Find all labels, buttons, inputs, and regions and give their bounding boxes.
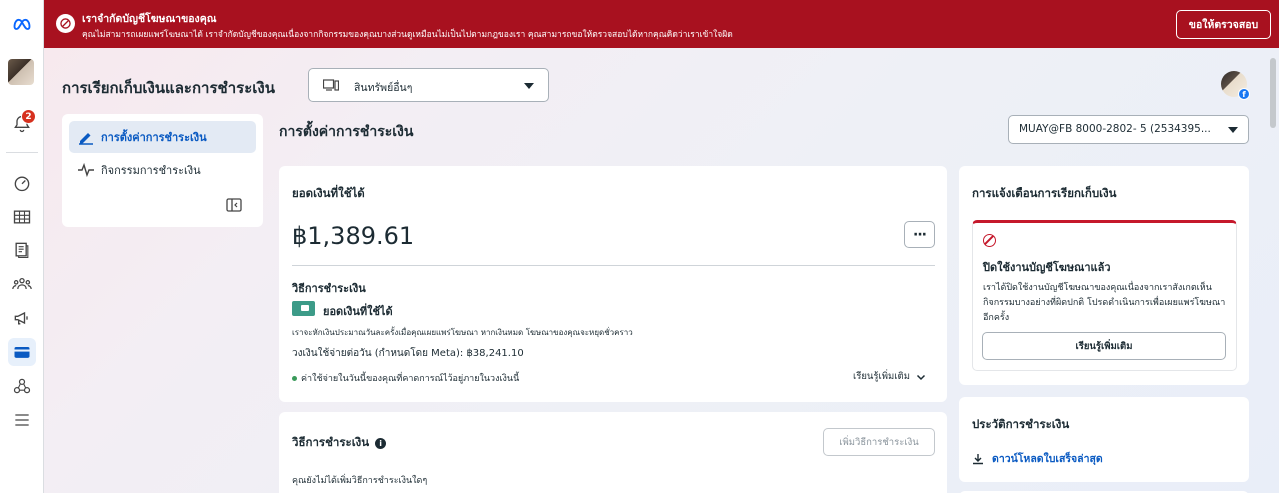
facebook-badge-icon: f [1238, 88, 1250, 100]
billing-alerts-card: การแจ้งเตือนการเรียกเก็บเงิน ปิดใช้งานบั… [959, 166, 1249, 385]
rail-divider [6, 152, 38, 153]
learn-more-toggle[interactable]: เรียนรู้เพิ่มเติม [853, 369, 926, 384]
business-settings[interactable] [8, 372, 36, 400]
spend-estimate: ค่าใช้จ่ายในวันนี้ของคุณที่คาดการณ์ไว้อย… [292, 371, 519, 385]
wallet-icon [292, 301, 315, 316]
account-disabled-alert: ปิดใช้งานบัญชีโฆษณาแล้ว เราได้ปิดใช้งานบ… [972, 220, 1237, 371]
business-settings-icon [13, 378, 31, 394]
page-title: การเรียกเก็บเงินและการชำระเงิน [62, 79, 275, 97]
add-payment-method-button[interactable]: เพิ่มวิธีการชำระเงิน [823, 428, 935, 456]
download-receipt-link[interactable]: ดาวน์โหลดใบเสร็จล่าสุด [972, 450, 1103, 467]
billing-subnav: การตั้งค่าการชำระเงิน กิจกรรมการชำระเงิน [62, 114, 263, 227]
chevron-down-icon [916, 374, 925, 380]
collapse-panel-icon[interactable] [226, 198, 242, 212]
dashboard-icon [14, 176, 30, 192]
banner-subtitle: คุณไม่สามารถเผยแพร่โฆษณาได้ เราจำกัดบัญช… [82, 30, 733, 40]
download-icon [973, 453, 983, 464]
payment-method-name: ยอดเงินที่ใช้ได้ [323, 305, 393, 318]
alert-body: เราได้ปิดใช้งานบัญชีโฆษณาของคุณเนื่องจาก… [983, 283, 1226, 323]
dashboard[interactable] [8, 169, 36, 197]
ads-manager[interactable] [8, 203, 36, 231]
notification-badge: 2 [21, 109, 36, 124]
status-dot-icon [292, 375, 297, 381]
user-avatar[interactable]: f [1221, 71, 1250, 100]
restriction-banner: เราจำกัดบัญชีโฆษณาของคุณ คุณไม่สามารถเผย… [44, 0, 1279, 48]
page-scrollbar[interactable] [1269, 58, 1277, 483]
payment-method-description: เราจะหักเงินประมาณวันละครั้งเมื่อคุณเผยแ… [292, 328, 633, 337]
available-balance-card: ยอดเงินที่ใช้ได้ ฿1,389.61 ··· วิธีการชำ… [279, 166, 947, 402]
billing-card-icon [14, 347, 30, 358]
left-rail: 2 [0, 0, 44, 493]
payment-methods-title: วิธีการชำระเงิน i [292, 434, 387, 452]
download-receipt-label: ดาวน์โหลดใบเสร็จล่าสุด [992, 453, 1103, 465]
payment-method-heading: วิธีการชำระเงิน [292, 282, 366, 295]
asset-select-value: สินทรัพย์อื่นๆ [354, 82, 413, 94]
payment-history-title: ประวัติการชำระเงิน [972, 417, 1070, 431]
pencil-icon [79, 133, 93, 145]
balance-amount: ฿1,389.61 [292, 222, 415, 250]
spend-estimate-text: ค่าใช้จ่ายในวันนี้ของคุณที่คาดการณ์ไว้อย… [301, 374, 520, 384]
no-payment-method-text: คุณยังไม่ได้เพิ่มวิธีการชำระเงินใดๆ [292, 476, 428, 486]
subnav-item-label: การตั้งค่าการชำระเงิน [101, 131, 207, 144]
ad-account-value: MUAY@FB 8000-2802- 5 (2534395... [1019, 123, 1211, 135]
profile-avatar[interactable] [8, 59, 34, 85]
blocked-icon [983, 234, 996, 247]
billing-alerts-title: การแจ้งเตือนการเรียกเก็บเงิน [972, 186, 1117, 200]
meta-logo[interactable] [8, 10, 36, 38]
main-content: การเรียกเก็บเงินและการชำระเงิน สินทรัพย์… [44, 48, 1279, 493]
section-title: การตั้งค่าการชำระเงิน [279, 124, 414, 140]
caret-down-icon [524, 83, 534, 89]
payment-history-card: ประวัติการชำระเงิน ดาวน์โหลดใบเสร็จล่าสุ… [959, 397, 1249, 482]
meta-logo-icon [13, 18, 31, 30]
campaigns[interactable] [8, 304, 36, 332]
activity-icon [78, 162, 94, 178]
pages[interactable] [8, 236, 36, 264]
daily-spend-limit: วงเงินใช้จ่ายต่อวัน (กำหนดโดย Meta): ฿38… [292, 348, 524, 359]
audiences[interactable] [8, 270, 36, 298]
subnav-item-label: กิจกรรมการชำระเงิน [101, 164, 201, 177]
request-review-button[interactable]: ขอให้ตรวจสอบ [1176, 10, 1271, 39]
menu-icon [15, 414, 29, 426]
scrollbar-thumb[interactable] [1270, 58, 1276, 128]
learn-more-label: เรียนรู้เพิ่มเติม [853, 371, 910, 382]
all-tools[interactable] [8, 406, 36, 434]
divider [292, 265, 935, 266]
more-options-button[interactable]: ··· [904, 221, 935, 248]
billing[interactable] [8, 338, 36, 366]
balance-card-title: ยอดเงินที่ใช้ได้ [292, 186, 365, 200]
subnav-item-payment-settings[interactable]: การตั้งค่าการชำระเงิน [69, 121, 256, 153]
caret-down-icon [1228, 127, 1238, 133]
pages-icon [15, 242, 29, 259]
asset-icon [323, 79, 339, 91]
payment-methods-title-text: วิธีการชำระเงิน [292, 435, 370, 449]
ad-account-select[interactable]: MUAY@FB 8000-2802- 5 (2534395... [1008, 115, 1249, 144]
info-icon[interactable]: i [375, 437, 387, 449]
alert-title: ปิดใช้งานบัญชีโฆษณาแล้ว [983, 261, 1111, 274]
blocked-icon [56, 14, 75, 33]
audience-icon [12, 277, 32, 290]
banner-title: เราจำกัดบัญชีโฆษณาของคุณ [82, 13, 217, 25]
payment-methods-card: วิธีการชำระเงิน i เพิ่มวิธีการชำระเงิน ค… [279, 412, 947, 493]
table-icon [13, 210, 31, 224]
megaphone-icon [14, 311, 28, 325]
alert-learn-more-button[interactable]: เรียนรู้เพิ่มเติม [982, 332, 1226, 360]
asset-select[interactable]: สินทรัพย์อื่นๆ [308, 68, 549, 102]
subnav-item-payment-activity[interactable]: กิจกรรมการชำระเงิน [69, 154, 256, 186]
